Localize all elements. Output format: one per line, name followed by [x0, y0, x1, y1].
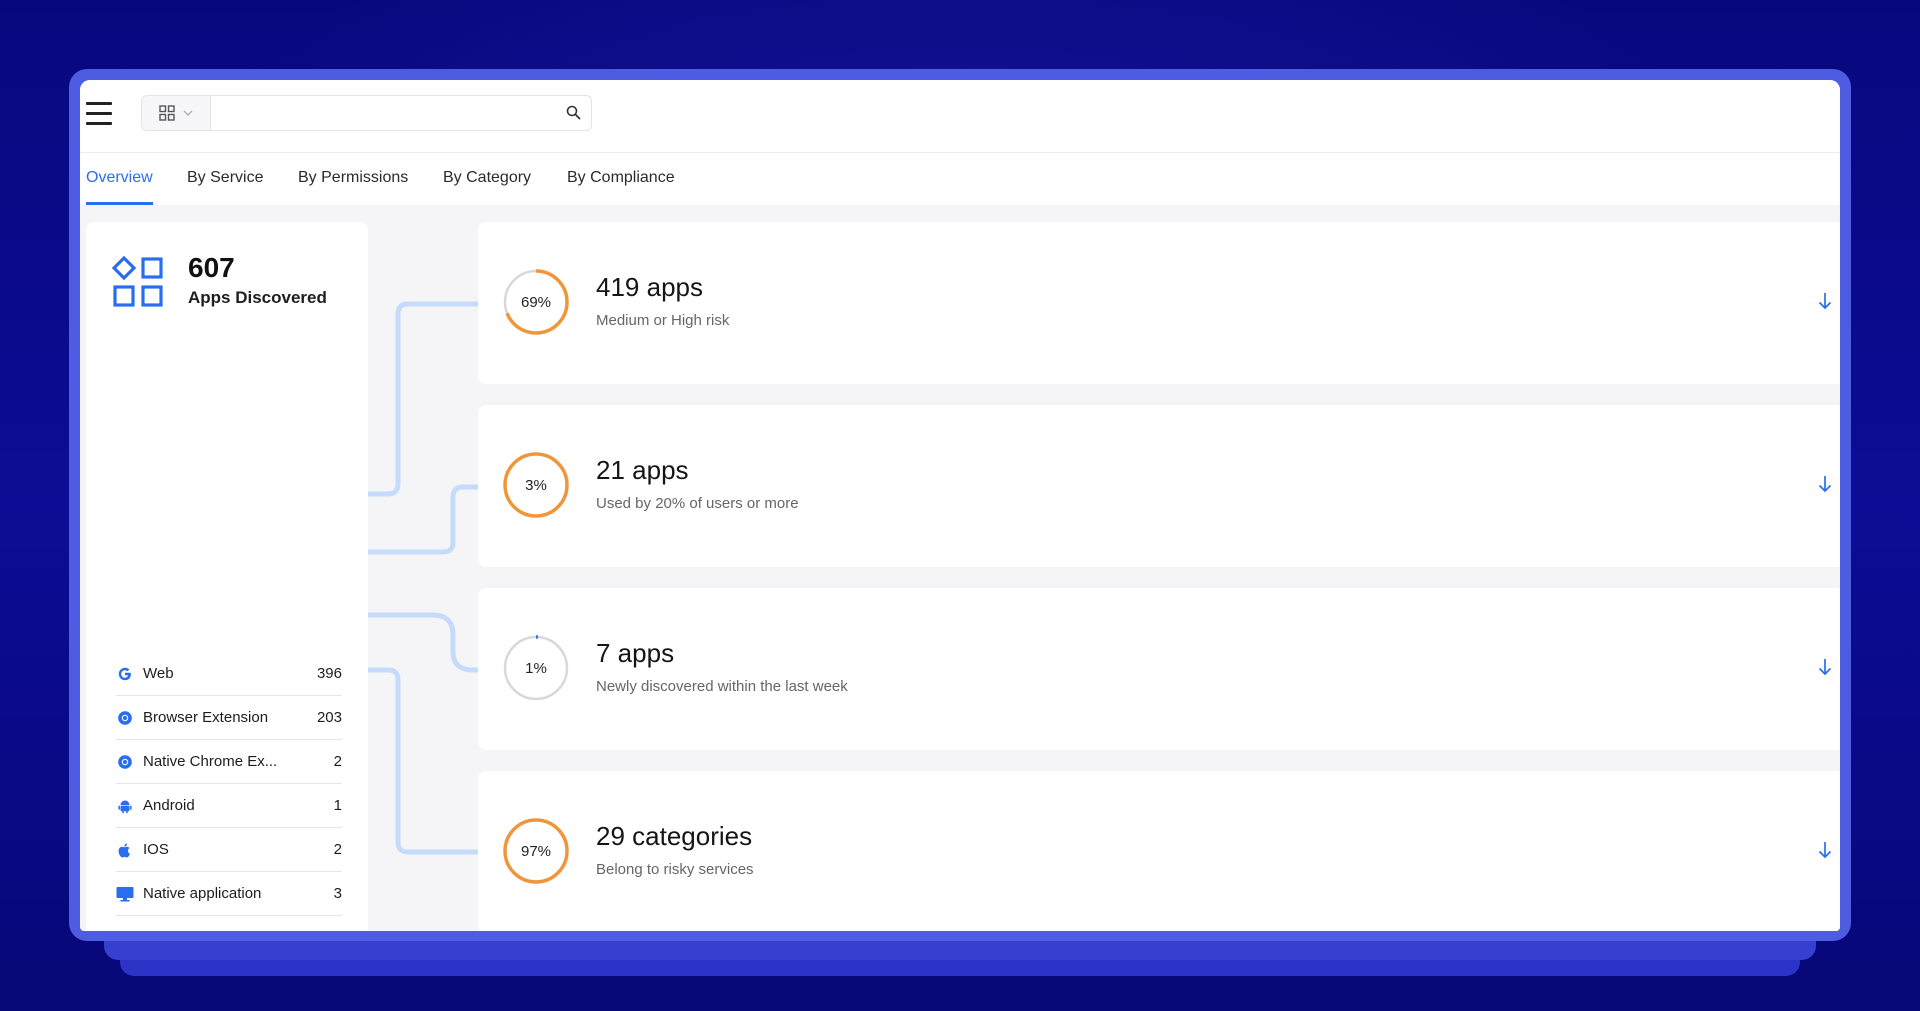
stat-card-risk[interactable]: 69% 419 apps Medium or High risk — [478, 222, 1840, 384]
chevron-down-icon — [183, 110, 193, 116]
source-row-native-chrome-extension[interactable]: Native Chrome Ex... 2 — [116, 740, 342, 784]
tab-by-compliance[interactable]: By Compliance — [567, 169, 675, 205]
arrow-down-icon[interactable] — [1818, 841, 1832, 859]
menu-icon[interactable] — [86, 102, 112, 126]
top-bar — [80, 80, 1840, 153]
connector-line-1 — [368, 301, 480, 497]
source-name: IOS — [143, 841, 169, 858]
stat-title: 7 apps — [596, 638, 675, 668]
connector-line-2 — [368, 484, 480, 555]
stat-subtitle: Medium or High risk — [596, 312, 730, 329]
source-count: 396 — [316, 665, 342, 682]
stat-card-usage[interactable]: 3% 21 apps Used by 20% of users or more — [478, 405, 1840, 567]
connector-lines — [368, 301, 480, 855]
apps-discovered-count: 607 — [188, 252, 235, 283]
percent-label: 1% — [525, 659, 547, 677]
android-icon — [116, 797, 134, 815]
apps-summary-card: 607 Apps Discovered Web 396 Browser Exte… — [86, 222, 368, 931]
source-name: Native application — [143, 885, 262, 902]
source-name: Native Chrome Ex... — [143, 753, 278, 770]
app-switcher-button[interactable] — [142, 96, 211, 130]
source-name: Web — [143, 665, 174, 682]
app-window: Overview By Service By Permissions By Ca… — [80, 80, 1840, 931]
chrome-icon — [116, 709, 134, 727]
arrow-down-icon[interactable] — [1818, 658, 1832, 676]
percent-label: 97% — [520, 842, 552, 860]
source-name: Android — [143, 797, 195, 814]
source-name: Browser Extension — [143, 709, 269, 726]
connector-line-4 — [368, 667, 480, 855]
source-list: Web 396 Browser Extension 203 Native Chr… — [116, 652, 342, 916]
stat-subtitle: Belong to risky services — [596, 861, 754, 878]
google-icon — [116, 665, 134, 683]
tab-by-permissions[interactable]: By Permissions — [298, 169, 408, 205]
source-row-browser-extension[interactable]: Browser Extension 203 — [116, 696, 342, 740]
percent-label: 3% — [525, 476, 547, 494]
stat-title: 29 categories — [596, 821, 753, 851]
arrow-down-icon[interactable] — [1818, 292, 1832, 310]
apps-discovered-label: Apps Discovered — [188, 288, 327, 307]
tab-by-service[interactable]: By Service — [187, 169, 263, 205]
apple-icon — [116, 841, 134, 859]
connector-line-3 — [368, 612, 480, 673]
grid-icon — [159, 105, 175, 121]
source-row-ios[interactable]: IOS 2 — [116, 828, 342, 872]
source-row-android[interactable]: Android 1 — [116, 784, 342, 828]
stat-subtitle: Newly discovered within the last week — [596, 678, 848, 695]
source-count: 203 — [316, 709, 342, 726]
source-count: 1 — [333, 797, 342, 814]
source-row-native-application[interactable]: Native application 3 — [116, 872, 342, 916]
source-count: 2 — [333, 841, 342, 858]
apps-icon — [112, 256, 163, 307]
tab-by-category[interactable]: By Category — [443, 169, 531, 205]
tab-overview[interactable]: Overview — [86, 169, 153, 205]
stat-subtitle: Used by 20% of users or more — [596, 495, 799, 512]
search-input[interactable] — [214, 100, 548, 126]
monitor-icon — [116, 885, 134, 903]
search-bar — [141, 95, 592, 131]
stat-title: 21 apps — [596, 455, 689, 485]
search-icon[interactable] — [566, 105, 581, 120]
chrome-icon — [116, 753, 134, 771]
tab-bar: Overview By Service By Permissions By Ca… — [80, 153, 1840, 205]
stat-card-new[interactable]: 1% 7 apps Newly discovered within the la… — [478, 588, 1840, 750]
stat-title: 419 apps — [596, 272, 703, 302]
stat-card-categories[interactable]: 97% 29 categories Belong to risky servic… — [478, 771, 1840, 931]
source-count: 3 — [333, 885, 342, 902]
percent-label: 69% — [520, 293, 552, 311]
source-count: 2 — [333, 753, 342, 770]
source-row-web[interactable]: Web 396 — [116, 652, 342, 696]
arrow-down-icon[interactable] — [1818, 475, 1832, 493]
